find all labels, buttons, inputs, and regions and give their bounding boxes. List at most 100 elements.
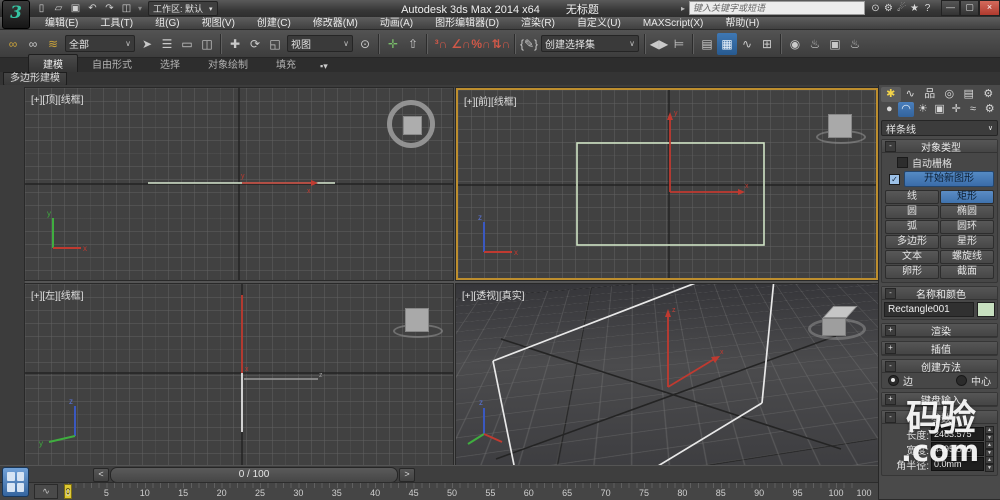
track-bar[interactable]: 0 0 5 10 15 20 25 30 35 40 45 50 55 60 65 70 75 80 85 90 95… [0, 482, 878, 500]
menu-item-7[interactable]: 图形编辑器(D) [424, 17, 510, 30]
rollout-keyboard-entry-header[interactable]: + 键盘输入 [882, 393, 997, 407]
schematic-view-icon[interactable]: ⊞ [757, 33, 777, 55]
viewport-perspective-label[interactable]: [+][透视][真实] [462, 287, 525, 302]
select-by-name-icon[interactable]: ☰ [157, 33, 177, 55]
ribbon-minimize-icon[interactable]: ▪▾ [320, 61, 328, 72]
viewport-layout-tabs-icon[interactable] [2, 467, 29, 497]
rollout-rendering-header[interactable]: + 渲染 [882, 324, 997, 338]
rollout-object-type-header[interactable]: - 对象类型 [882, 140, 997, 154]
redo-icon[interactable]: ↷ [102, 2, 117, 15]
shape-button-圆[interactable]: 圆 [885, 205, 939, 219]
select-and-link-icon[interactable]: ∞ [3, 33, 23, 55]
start-new-shape-checkbox[interactable]: ✓ [889, 173, 900, 185]
menu-item-2[interactable]: 组(G) [144, 17, 190, 30]
corner-radius-spinner[interactable]: ▲ ▼ [985, 456, 994, 472]
subscription-center-icon[interactable]: ⚙ [882, 3, 895, 14]
search-input[interactable]: 键入关键字或短语 [689, 1, 865, 15]
rollout-creation-method-header[interactable]: - 创建方法 [882, 360, 997, 374]
rollout-name-color-header[interactable]: - 名称和颜色 [882, 287, 997, 301]
unlink-selection-icon[interactable]: ∞ [23, 33, 43, 55]
menu-item-11[interactable]: 帮助(H) [714, 17, 770, 30]
mirror-icon[interactable]: ◀▶ [649, 33, 669, 55]
corner-radius-input[interactable]: 0.0mm [931, 457, 984, 471]
search-binoculars-icon[interactable]: ⊙ [869, 3, 882, 14]
menu-item-9[interactable]: 自定义(U) [566, 17, 632, 30]
time-slider-handle[interactable]: 0 / 100 [110, 467, 398, 483]
length-spinner[interactable]: ▲ ▼ [985, 426, 994, 442]
viewport-top[interactable]: [+][顶][线框] y x y x [24, 87, 454, 281]
shapes-tab[interactable]: ◠ [897, 102, 915, 117]
shape-button-螺旋线[interactable]: 螺旋线 [940, 250, 994, 264]
render-setup-icon[interactable]: ♨ [805, 33, 825, 55]
helpers-tab[interactable]: ✛ [948, 102, 965, 117]
maximize-button[interactable]: ▢ [960, 0, 979, 16]
next-frame-button[interactable]: > [399, 468, 415, 482]
mini-curve-editor-icon[interactable]: ∿ [34, 484, 58, 499]
close-button[interactable]: × [979, 0, 1000, 16]
render-production-icon[interactable]: ♨ [845, 33, 865, 55]
viewcube-icon[interactable] [816, 114, 866, 144]
width-spinner[interactable]: ▲ ▼ [985, 441, 994, 457]
ribbon-tab-2[interactable]: 选择 [146, 55, 194, 72]
help-icon[interactable]: ? [921, 3, 934, 14]
material-editor-icon[interactable]: ◉ [785, 33, 805, 55]
viewcube-icon[interactable] [808, 306, 866, 340]
named-selection-sets-dropdown[interactable]: 创建选择集 ∨ [541, 35, 639, 52]
minimize-button[interactable]: — [941, 0, 960, 16]
viewport-left-label[interactable]: [+][左][线框] [31, 287, 84, 302]
spinner-snap-toggle-icon[interactable]: ⇅∩ [491, 33, 511, 55]
select-and-scale-icon[interactable]: ◱ [265, 33, 285, 55]
lights-tab[interactable]: ☀ [914, 102, 931, 117]
open-file-icon[interactable]: ▱ [51, 2, 66, 15]
geometry-tab[interactable]: ● [881, 102, 898, 117]
align-icon[interactable]: ⊨ [669, 33, 689, 55]
select-and-move-icon[interactable]: ✚ [225, 33, 245, 55]
shape-button-椭圆[interactable]: 椭圆 [940, 205, 994, 219]
layer-manager-icon[interactable]: ▤ [697, 33, 717, 55]
start-new-shape-button[interactable]: 开始新图形 [904, 171, 994, 187]
modify-tab[interactable]: ∿ [901, 87, 921, 102]
edit-named-selection-sets-icon[interactable]: {✎} [519, 33, 539, 55]
menu-item-1[interactable]: 工具(T) [89, 17, 144, 30]
viewport-front-active[interactable]: [+][前][线框] y x z x [455, 87, 879, 281]
ribbon-tab-4[interactable]: 填充 [262, 55, 310, 72]
rendered-frame-window-icon[interactable]: ▣ [825, 33, 845, 55]
shape-button-多边形[interactable]: 多边形 [885, 235, 939, 249]
menu-item-4[interactable]: 创建(C) [246, 17, 302, 30]
new-scene-icon[interactable]: ▯ [34, 2, 49, 15]
angle-snap-toggle-icon[interactable]: ∠∩ [451, 33, 471, 55]
menu-item-5[interactable]: 修改器(M) [302, 17, 369, 30]
object-color-swatch[interactable] [977, 302, 995, 317]
create-tab[interactable]: ✱ [881, 87, 901, 102]
rectangular-selection-region-icon[interactable]: ▭ [177, 33, 197, 55]
object-name-input[interactable]: Rectangle001 [884, 302, 974, 317]
shape-button-圆环[interactable]: 圆环 [940, 220, 994, 234]
favorites-star-icon[interactable]: ★ [908, 3, 921, 14]
cameras-tab[interactable]: ▣ [931, 102, 948, 117]
width-input[interactable]: 4495.575 [931, 442, 984, 456]
menu-item-0[interactable]: 编辑(E) [34, 17, 89, 30]
viewport-perspective[interactable]: [+][透视][真实] z x z [455, 283, 879, 466]
viewport-left[interactable]: [+][左][线框] z x z y [24, 283, 454, 466]
percent-snap-toggle-icon[interactable]: %∩ [471, 33, 491, 55]
radio-center[interactable]: 中心 [956, 373, 991, 388]
space-warps-tab[interactable]: ≈ [965, 102, 982, 117]
select-and-manipulate-icon[interactable]: ✛ [383, 33, 403, 55]
radio-edge[interactable]: 边 [888, 373, 913, 388]
rollout-parameters-header[interactable]: - 参数 [882, 411, 997, 425]
shape-button-截面[interactable]: 截面 [940, 265, 994, 279]
keyboard-shortcut-override-icon[interactable]: ⇧ [403, 33, 423, 55]
window-crossing-toggle-icon[interactable]: ◫ [197, 33, 217, 55]
undo-icon[interactable]: ↶ [85, 2, 100, 15]
ribbon-tab-1[interactable]: 自由形式 [78, 55, 146, 72]
use-pivot-point-center-icon[interactable]: ⊙ [355, 33, 375, 55]
reference-coordinate-system-dropdown[interactable]: 视图 ∨ [287, 35, 353, 52]
rollout-interpolation-header[interactable]: + 插值 [882, 342, 997, 356]
shape-button-卵形[interactable]: 卵形 [885, 265, 939, 279]
previous-frame-button[interactable]: < [93, 468, 109, 482]
motion-tab[interactable]: ◎ [940, 87, 960, 102]
workspace-dropdown[interactable]: 工作区: 默认 ▾ [148, 1, 218, 16]
ribbon-tab-3[interactable]: 对象绘制 [194, 55, 262, 72]
infocenter-collapse-icon[interactable]: ▸ [681, 4, 685, 13]
curve-editor-icon[interactable]: ∿ [737, 33, 757, 55]
